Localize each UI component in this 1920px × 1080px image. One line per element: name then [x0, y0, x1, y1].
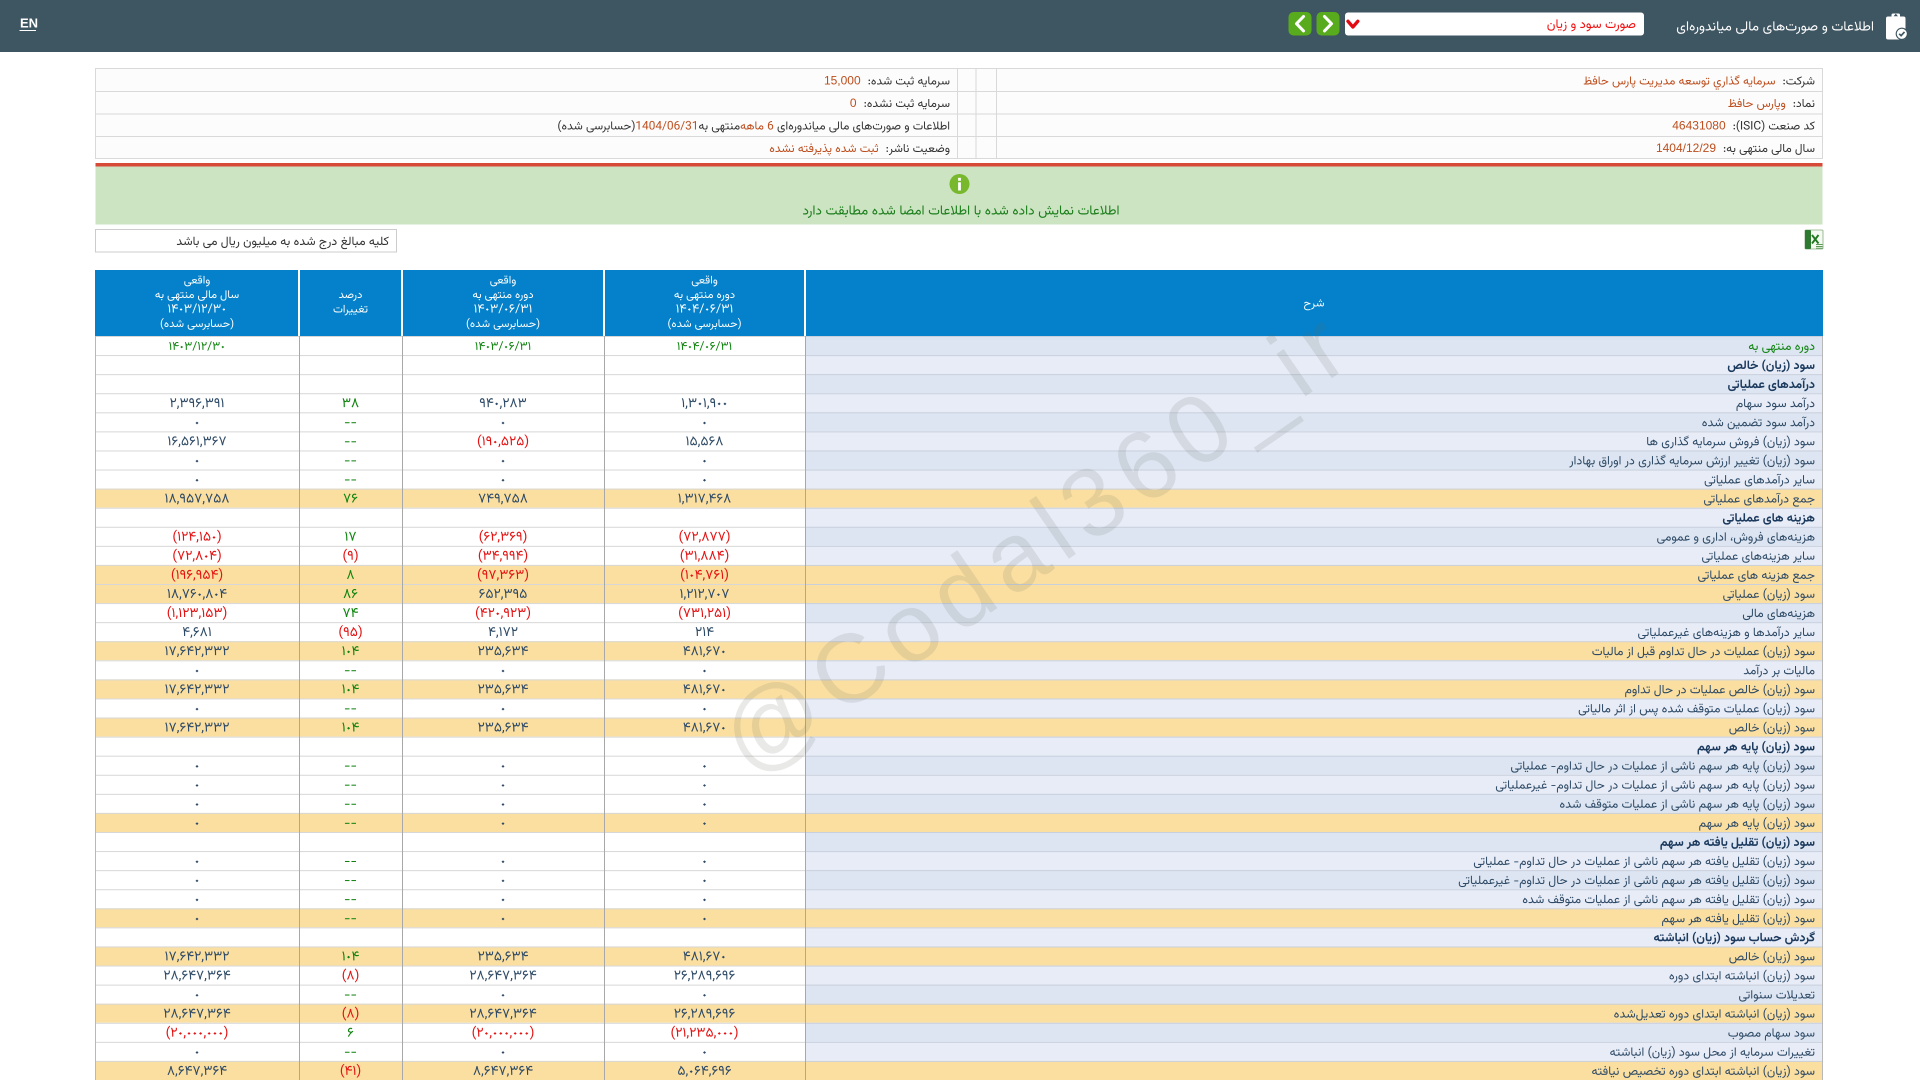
svg-text:46431080: 46431080 [1672, 119, 1726, 133]
svg-text:15,000: 15,000 [824, 74, 861, 88]
svg-text:1404/12/29: 1404/12/29 [1656, 141, 1716, 155]
svg-text:EN: EN [20, 16, 38, 31]
svg-text:0: 0 [850, 96, 857, 110]
